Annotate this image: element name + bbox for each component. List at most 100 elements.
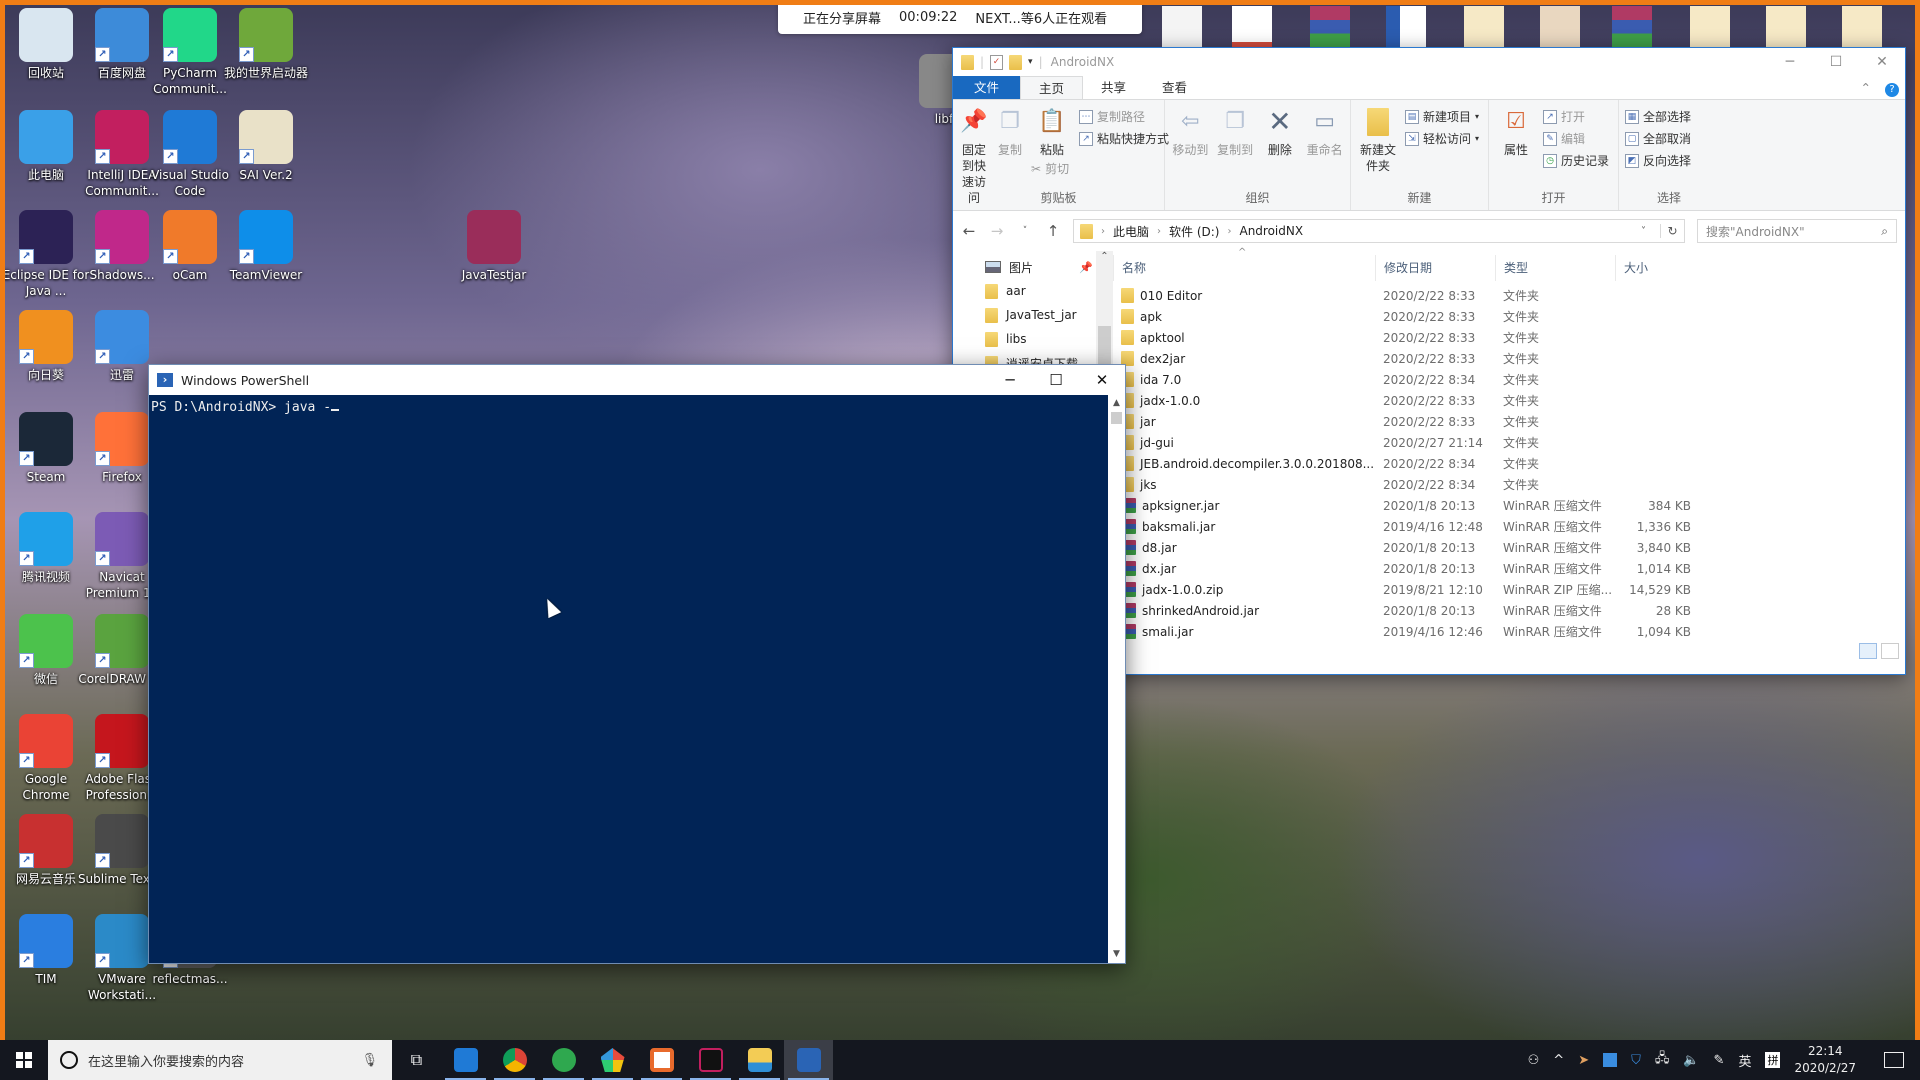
desktop-file-icon[interactable] [1766, 6, 1806, 48]
ime-language[interactable]: 英 [1738, 1051, 1751, 1070]
desktop-icon[interactable]: JavaTestjar [448, 210, 540, 283]
security-shield-icon[interactable]: ⛉ [1631, 1053, 1641, 1068]
breadcrumb-this-pc[interactable]: 此电脑 [1113, 223, 1149, 240]
screen-share-banner[interactable]: 正在分享屏幕 00:09:22 NEXT...等6人正在观看 [778, 0, 1142, 34]
scroll-up-icon[interactable]: ⌃ [1096, 251, 1113, 262]
desktop-icon[interactable]: ↗ 我的世界启动器 [220, 8, 312, 81]
file-row[interactable]: 010 Editor 2020/2/22 8:33 文件夹 [1113, 285, 1905, 306]
pin-icon[interactable]: 📌 [1079, 261, 1093, 274]
tab-view[interactable]: 查看 [1144, 76, 1205, 99]
share-viewers[interactable]: NEXT...等6人正在观看 [975, 8, 1107, 27]
maximize-button[interactable]: ☐ [1813, 48, 1859, 76]
start-button[interactable] [0, 1040, 48, 1080]
nav-item-javatest-jar[interactable]: JavaTest_jar [953, 303, 1113, 327]
scrollbar-thumb[interactable] [1098, 326, 1111, 366]
nav-item-pictures[interactable]: 图片 📌 [953, 255, 1113, 279]
column-type[interactable]: 类型 [1495, 255, 1615, 281]
select-all-button[interactable]: ▦ 全部选择 [1625, 108, 1691, 126]
large-icons-view-button[interactable] [1881, 643, 1899, 659]
file-row[interactable]: jar 2020/2/22 8:33 文件夹 [1113, 411, 1905, 432]
desktop-file-icon[interactable] [1690, 6, 1730, 48]
file-row[interactable]: smali.jar 2019/4/16 12:46 WinRAR 压缩文件 1,094… [1113, 621, 1905, 642]
address-dropdown-icon[interactable]: ˅ [1641, 226, 1652, 237]
people-icon[interactable]: ⚇ [1528, 1053, 1540, 1068]
new-folder-quick-icon[interactable] [1009, 54, 1023, 70]
close-button[interactable]: ✕ [1859, 48, 1905, 76]
file-row[interactable]: ida 7.0 2020/2/22 8:34 文件夹 [1113, 369, 1905, 390]
word-doc-icon[interactable] [1386, 6, 1426, 48]
file-row[interactable]: jd-gui 2020/2/27 21:14 文件夹 [1113, 432, 1905, 453]
desktop-icon[interactable]: ↗ SAI Ver.2 [220, 110, 312, 183]
task-view-button[interactable]: ⧉ [392, 1040, 441, 1080]
winrar-archive-icon[interactable] [1612, 6, 1652, 48]
taskbar-ocam[interactable] [637, 1040, 686, 1080]
help-icon[interactable]: ? [1879, 76, 1905, 99]
microphone-icon[interactable]: 🎙 [361, 1053, 378, 1068]
desktop-file-icon[interactable] [1540, 6, 1580, 48]
file-row[interactable]: jks 2020/2/22 8:34 文件夹 [1113, 474, 1905, 495]
minimize-button[interactable]: ─ [1767, 48, 1813, 76]
scrollbar-thumb[interactable] [1111, 412, 1122, 424]
search-input[interactable]: 搜索"AndroidNX" ⌕ [1697, 219, 1897, 243]
refresh-icon[interactable]: ↻ [1660, 224, 1684, 238]
taskbar-chrome[interactable] [490, 1040, 539, 1080]
file-row[interactable]: JEB.android.decompiler.3.0.0.201808... 20… [1113, 453, 1905, 474]
cut-button[interactable]: ✂ 剪切 [1031, 160, 1073, 178]
scroll-up-icon[interactable]: ▲ [1108, 395, 1125, 412]
file-row[interactable]: apk 2020/2/22 8:33 文件夹 [1113, 306, 1905, 327]
maximize-button[interactable]: ☐ [1033, 365, 1079, 395]
nav-item-libs[interactable]: libs [953, 327, 1113, 351]
file-row[interactable]: apksigner.jar 2020/1/8 20:13 WinRAR 压缩文件 38… [1113, 495, 1905, 516]
file-row[interactable]: baksmali.jar 2019/4/16 12:48 WinRAR 压缩文件 1,… [1113, 516, 1905, 537]
ime-mode[interactable]: 拼 [1765, 1052, 1781, 1068]
desktop-file-icon[interactable] [1464, 6, 1504, 48]
tray-app-icon[interactable]: ➤ [1578, 1053, 1589, 1068]
console-scrollbar[interactable]: ▲ ▼ [1108, 395, 1125, 963]
file-row[interactable]: shrinkedAndroid.jar 2020/1/8 20:13 WinRAR … [1113, 600, 1905, 621]
copy-path-button[interactable]: ⋯ 复制路径 [1079, 108, 1169, 126]
paste-button[interactable]: 📋 粘贴 [1031, 106, 1073, 158]
forward-button[interactable]: → [989, 222, 1005, 240]
powershell-title-bar[interactable]: › Windows PowerShell ─ ☐ ✕ [149, 365, 1125, 395]
paste-shortcut-button[interactable]: ↗ 粘贴快捷方式 [1079, 130, 1169, 148]
details-view-button[interactable] [1859, 643, 1877, 659]
tab-file[interactable]: 文件 [953, 76, 1021, 99]
new-item-button[interactable]: ▤ 新建项目 ▾ [1405, 108, 1479, 126]
taskbar-search-box[interactable]: 在这里输入你要搜索的内容 🎙 [48, 1040, 392, 1080]
back-button[interactable]: ← [961, 222, 977, 240]
collapse-ribbon-icon[interactable]: ⌃ [1853, 76, 1879, 99]
pen-icon[interactable]: ✎ [1714, 1053, 1725, 1068]
scroll-down-icon[interactable]: ▼ [1108, 946, 1125, 963]
tab-share[interactable]: 共享 [1083, 76, 1144, 99]
nav-pane-scrollbar[interactable]: ⌃ [1096, 251, 1113, 371]
breadcrumb-androidnx[interactable]: AndroidNX [1239, 224, 1303, 238]
file-row[interactable]: dex2jar 2020/2/22 8:33 文件夹 [1113, 348, 1905, 369]
open-button[interactable]: ↗ 打开 [1543, 108, 1609, 126]
up-button[interactable]: ↑ [1045, 222, 1061, 240]
desktop-file-icon[interactable] [1842, 6, 1882, 48]
winrar-archive-icon[interactable] [1310, 6, 1350, 48]
history-button[interactable]: ◷ 历史记录 [1543, 152, 1609, 170]
console-input[interactable]: java - [276, 400, 331, 415]
column-date-modified[interactable]: 修改日期 [1375, 255, 1495, 281]
file-row[interactable]: apktool 2020/2/22 8:33 文件夹 [1113, 327, 1905, 348]
properties-quick-icon[interactable]: ✓ [990, 54, 1004, 70]
column-size[interactable]: 大小 [1615, 255, 1691, 281]
explorer-title-bar[interactable]: | ✓ ▾ | AndroidNX ─ ☐ ✕ [953, 48, 1905, 76]
breadcrumb-drive-d[interactable]: 软件 (D:) [1169, 223, 1219, 240]
taskbar-green-app[interactable] [539, 1040, 588, 1080]
select-none-button[interactable]: ▢ 全部取消 [1625, 130, 1691, 148]
file-row[interactable]: dx.jar 2020/1/8 20:13 WinRAR 压缩文件 1,014 KB [1113, 558, 1905, 579]
nav-item-aar[interactable]: aar [953, 279, 1113, 303]
tab-home[interactable]: 主页 [1020, 76, 1084, 99]
taskbar-file-explorer[interactable] [735, 1040, 784, 1080]
recent-locations-button[interactable]: ˅ [1017, 226, 1033, 236]
desktop-file-icon[interactable] [1162, 6, 1202, 48]
easy-access-button[interactable]: ⇲ 轻松访问 ▾ [1405, 130, 1479, 148]
network-icon[interactable]: 🖧 [1655, 1049, 1670, 1071]
close-button[interactable]: ✕ [1079, 365, 1125, 395]
pdf-file-icon[interactable] [1232, 6, 1272, 48]
powershell-window[interactable]: › Windows PowerShell ─ ☐ ✕ PS D:\Android… [148, 364, 1126, 964]
file-row[interactable]: d8.jar 2020/1/8 20:13 WinRAR 压缩文件 3,840 KB [1113, 537, 1905, 558]
taskbar-vscode[interactable] [441, 1040, 490, 1080]
